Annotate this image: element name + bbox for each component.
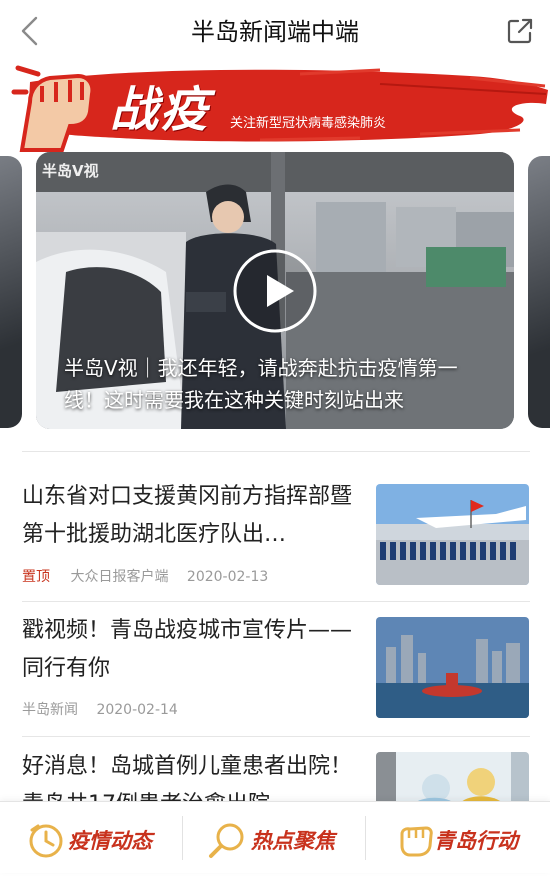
news-source: 半岛新闻 — [22, 702, 78, 718]
fist-icon — [400, 826, 433, 857]
news-date: 2020-02-14 — [96, 702, 178, 718]
news-thumbnail — [376, 484, 529, 585]
divider — [22, 736, 530, 737]
news-item[interactable]: 戳视频！青岛战疫城市宣传片——同行有你 半岛新闻 2020-02-14 — [0, 612, 550, 742]
bottom-tab-bar: 疫情动态 热点聚焦 青岛行动 — [0, 801, 550, 873]
news-date: 2020-02-13 — [186, 569, 269, 585]
news-title: 戳视频！青岛战疫城市宣传片——同行有你 — [22, 618, 353, 681]
raised-fist-icon — [11, 65, 95, 152]
video-carousel[interactable]: 半岛V视 半岛V视｜我还年轻，请战奔赴抗击疫情第一线！这时需要我在这种关键时刻站… — [0, 152, 550, 432]
news-meta: 置顶 大众日报客户端 2020-02-13 — [22, 566, 268, 586]
news-source: 大众日报客户端 — [70, 569, 169, 585]
topic-banner[interactable]: 战疫 关注新型冠状病毒感染肺炎 — [0, 64, 550, 154]
banner-subtitle: 关注新型冠状病毒感染肺炎 — [230, 116, 387, 131]
app-header: 半岛新闻端中端 — [0, 0, 550, 64]
tab-hot-topics[interactable]: 热点聚焦 — [183, 802, 365, 873]
video-caption: 半岛V视｜我还年轻，请战奔赴抗击疫情第一线！这时需要我在这种关键时刻站出来 — [64, 356, 458, 412]
video-card[interactable]: 半岛V视 半岛V视｜我还年轻，请战奔赴抗击疫情第一线！这时需要我在这种关键时刻站… — [36, 152, 514, 429]
tab-label: 热点聚焦 — [251, 828, 335, 853]
news-meta: 半岛新闻 2020-02-14 — [22, 699, 178, 719]
clock-icon — [29, 824, 63, 858]
news-thumbnail — [376, 617, 529, 718]
banner-title: 战疫 — [110, 82, 211, 138]
tab-label: 疫情动态 — [68, 828, 152, 853]
news-title: 山东省对口支援黄冈前方指挥部暨第十批援助湖北医疗队出… — [22, 484, 353, 547]
tab-qingdao-action[interactable]: 青岛行动 — [366, 802, 548, 873]
news-item[interactable]: 山东省对口支援黄冈前方指挥部暨第十批援助湖北医疗队出… 置顶 大众日报客户端 2… — [0, 478, 550, 608]
tab-label: 青岛行动 — [434, 828, 518, 853]
carousel-card-next[interactable] — [528, 156, 550, 428]
carousel-card-prev[interactable] — [0, 156, 22, 428]
pinned-badge: 置顶 — [22, 569, 50, 585]
play-icon[interactable] — [232, 248, 318, 334]
divider — [22, 601, 530, 602]
share-external-icon[interactable] — [504, 15, 536, 47]
page-title: 半岛新闻端中端 — [191, 18, 359, 46]
divider — [22, 451, 530, 452]
video-channel-logo: 半岛V视 — [42, 162, 99, 180]
magnifier-icon — [209, 823, 244, 858]
tab-epidemic-news[interactable]: 疫情动态 — [0, 802, 182, 873]
